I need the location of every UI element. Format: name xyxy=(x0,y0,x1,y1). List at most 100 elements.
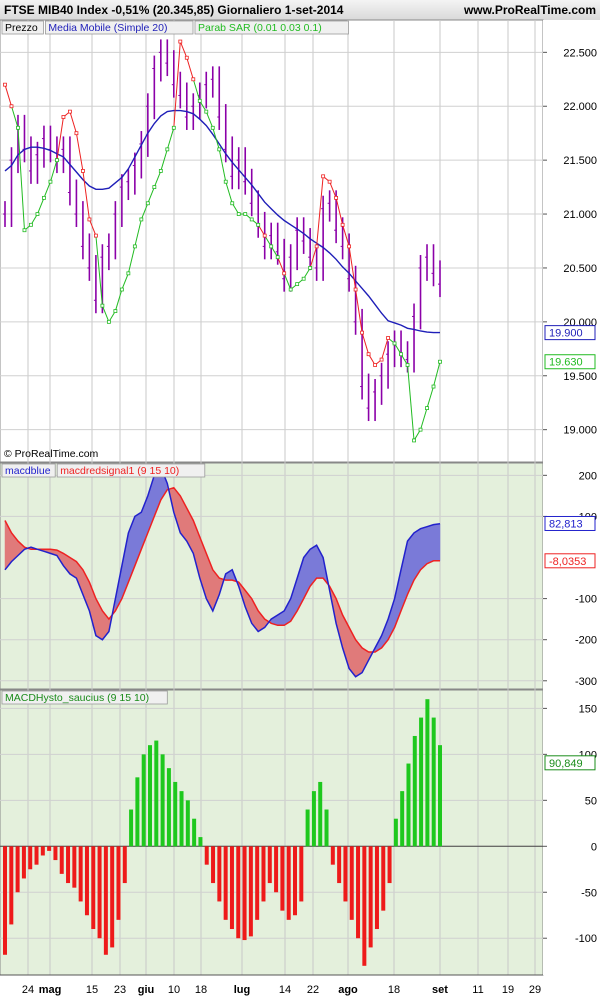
macd-fill xyxy=(433,523,441,562)
histogram-bar xyxy=(393,818,398,847)
histogram-last-value: 90,849 xyxy=(549,758,583,770)
sar-dot xyxy=(184,55,189,60)
sar-dot xyxy=(314,244,319,249)
sar-dot xyxy=(22,228,27,233)
histogram-bar xyxy=(229,846,234,930)
histogram-bar xyxy=(274,846,279,893)
histogram-panel xyxy=(0,689,544,976)
sar-dot xyxy=(42,195,46,200)
sar-dot xyxy=(35,212,40,216)
sar-dot xyxy=(48,179,53,184)
histogram-bar xyxy=(223,846,228,920)
histogram-bar xyxy=(286,846,291,920)
sar-dot xyxy=(412,438,416,443)
histogram-bar xyxy=(72,846,77,888)
histogram-bar xyxy=(255,846,260,920)
histogram-bar xyxy=(166,768,171,847)
histogram-bar xyxy=(356,846,361,939)
x-tick-label: 19 xyxy=(502,984,514,996)
sar-dot xyxy=(334,195,339,200)
x-tick-label: 22 xyxy=(307,984,319,996)
macd-last-value: 82,813 xyxy=(549,518,583,530)
macd-y-tick-label: -300 xyxy=(575,676,597,688)
histogram-bar xyxy=(311,791,316,847)
histogram-bar xyxy=(431,717,436,847)
sar-dot xyxy=(230,201,235,206)
histogram-bar xyxy=(154,740,159,847)
sar-dot xyxy=(81,169,85,173)
price-y-tick-label: 19.000 xyxy=(563,425,597,437)
ma-last-value: 19.900 xyxy=(549,328,583,340)
histogram-bar xyxy=(280,846,285,911)
sar-dot xyxy=(353,287,358,292)
histogram-bar xyxy=(324,809,329,847)
signal-last-value: -8,0353 xyxy=(549,556,586,568)
histogram-y-tick-label: 150 xyxy=(579,703,597,715)
sar-dot xyxy=(236,212,241,216)
histogram-bar xyxy=(66,846,71,884)
sar-dot xyxy=(210,125,215,130)
macd-y-tick-label: -100 xyxy=(575,594,597,606)
sar-dot xyxy=(295,282,300,287)
sar-dot xyxy=(217,147,222,152)
sar-dot xyxy=(165,147,170,152)
macd-y-tick-label: -200 xyxy=(575,635,597,647)
histogram-bar xyxy=(141,754,146,847)
histogram-bar xyxy=(173,781,178,847)
sar-dot xyxy=(191,77,196,82)
sar-dot xyxy=(93,233,98,238)
price-y-tick-label: 21.500 xyxy=(563,155,597,167)
sar-dot xyxy=(197,98,202,103)
histogram-bar xyxy=(148,745,152,847)
histogram-bar xyxy=(337,846,342,884)
histogram-bar xyxy=(179,791,184,847)
histogram-bar xyxy=(349,846,354,920)
sar-dot xyxy=(288,287,293,292)
histogram-bar xyxy=(381,846,386,911)
sar-dot xyxy=(360,330,364,335)
histogram-bar xyxy=(9,846,14,925)
sar-dot xyxy=(386,336,390,340)
histogram-bar xyxy=(40,846,45,856)
histogram-bar xyxy=(368,846,373,948)
sar-dot xyxy=(431,384,436,389)
price-y-tick-label: 20.500 xyxy=(563,263,597,275)
chart-svg: 24 mag 15 23 giu 10 18 lug 14 22 ago 18 set 11 19 29 19.… xyxy=(0,19,600,996)
sar-dot xyxy=(282,271,287,276)
price-y-tick-label: 22.000 xyxy=(563,101,597,113)
sar-dot xyxy=(152,185,157,189)
histogram-bar xyxy=(198,837,203,847)
histogram-bar xyxy=(91,846,96,930)
histogram-bar xyxy=(412,735,417,847)
x-tick-label: 23 xyxy=(114,984,126,996)
x-tick-label: 29 xyxy=(529,984,541,996)
histogram-bar xyxy=(78,846,83,902)
x-tick-label: 18 xyxy=(195,984,207,996)
x-tick-label: 10 xyxy=(168,984,180,996)
sar-dot xyxy=(223,179,228,184)
sar-dot xyxy=(100,303,105,308)
sar-dot xyxy=(405,363,410,367)
histogram-bar xyxy=(110,846,115,948)
histogram-bar xyxy=(53,846,58,861)
sar-dot xyxy=(68,109,72,114)
x-tick-label: 18 xyxy=(388,984,400,996)
histogram-bar xyxy=(21,846,26,879)
histogram-bar xyxy=(236,846,241,939)
legend-price: Prezzo xyxy=(5,22,38,34)
x-tick-label: 24 xyxy=(22,984,34,996)
sar-dot xyxy=(366,352,371,357)
histogram-bar xyxy=(204,846,209,865)
sar-dot xyxy=(438,359,442,364)
macd-fill xyxy=(420,526,428,571)
x-tick-label: 15 xyxy=(86,984,98,996)
sar-last-value: 19.630 xyxy=(549,357,583,369)
sar-dot xyxy=(425,406,429,410)
histogram-bar xyxy=(103,846,108,955)
sar-dot xyxy=(321,174,326,179)
sar-dot xyxy=(399,352,403,357)
sar-dot xyxy=(3,82,7,87)
sar-dot xyxy=(145,201,150,206)
histogram-bar xyxy=(425,699,430,847)
histogram-bar xyxy=(135,777,140,847)
